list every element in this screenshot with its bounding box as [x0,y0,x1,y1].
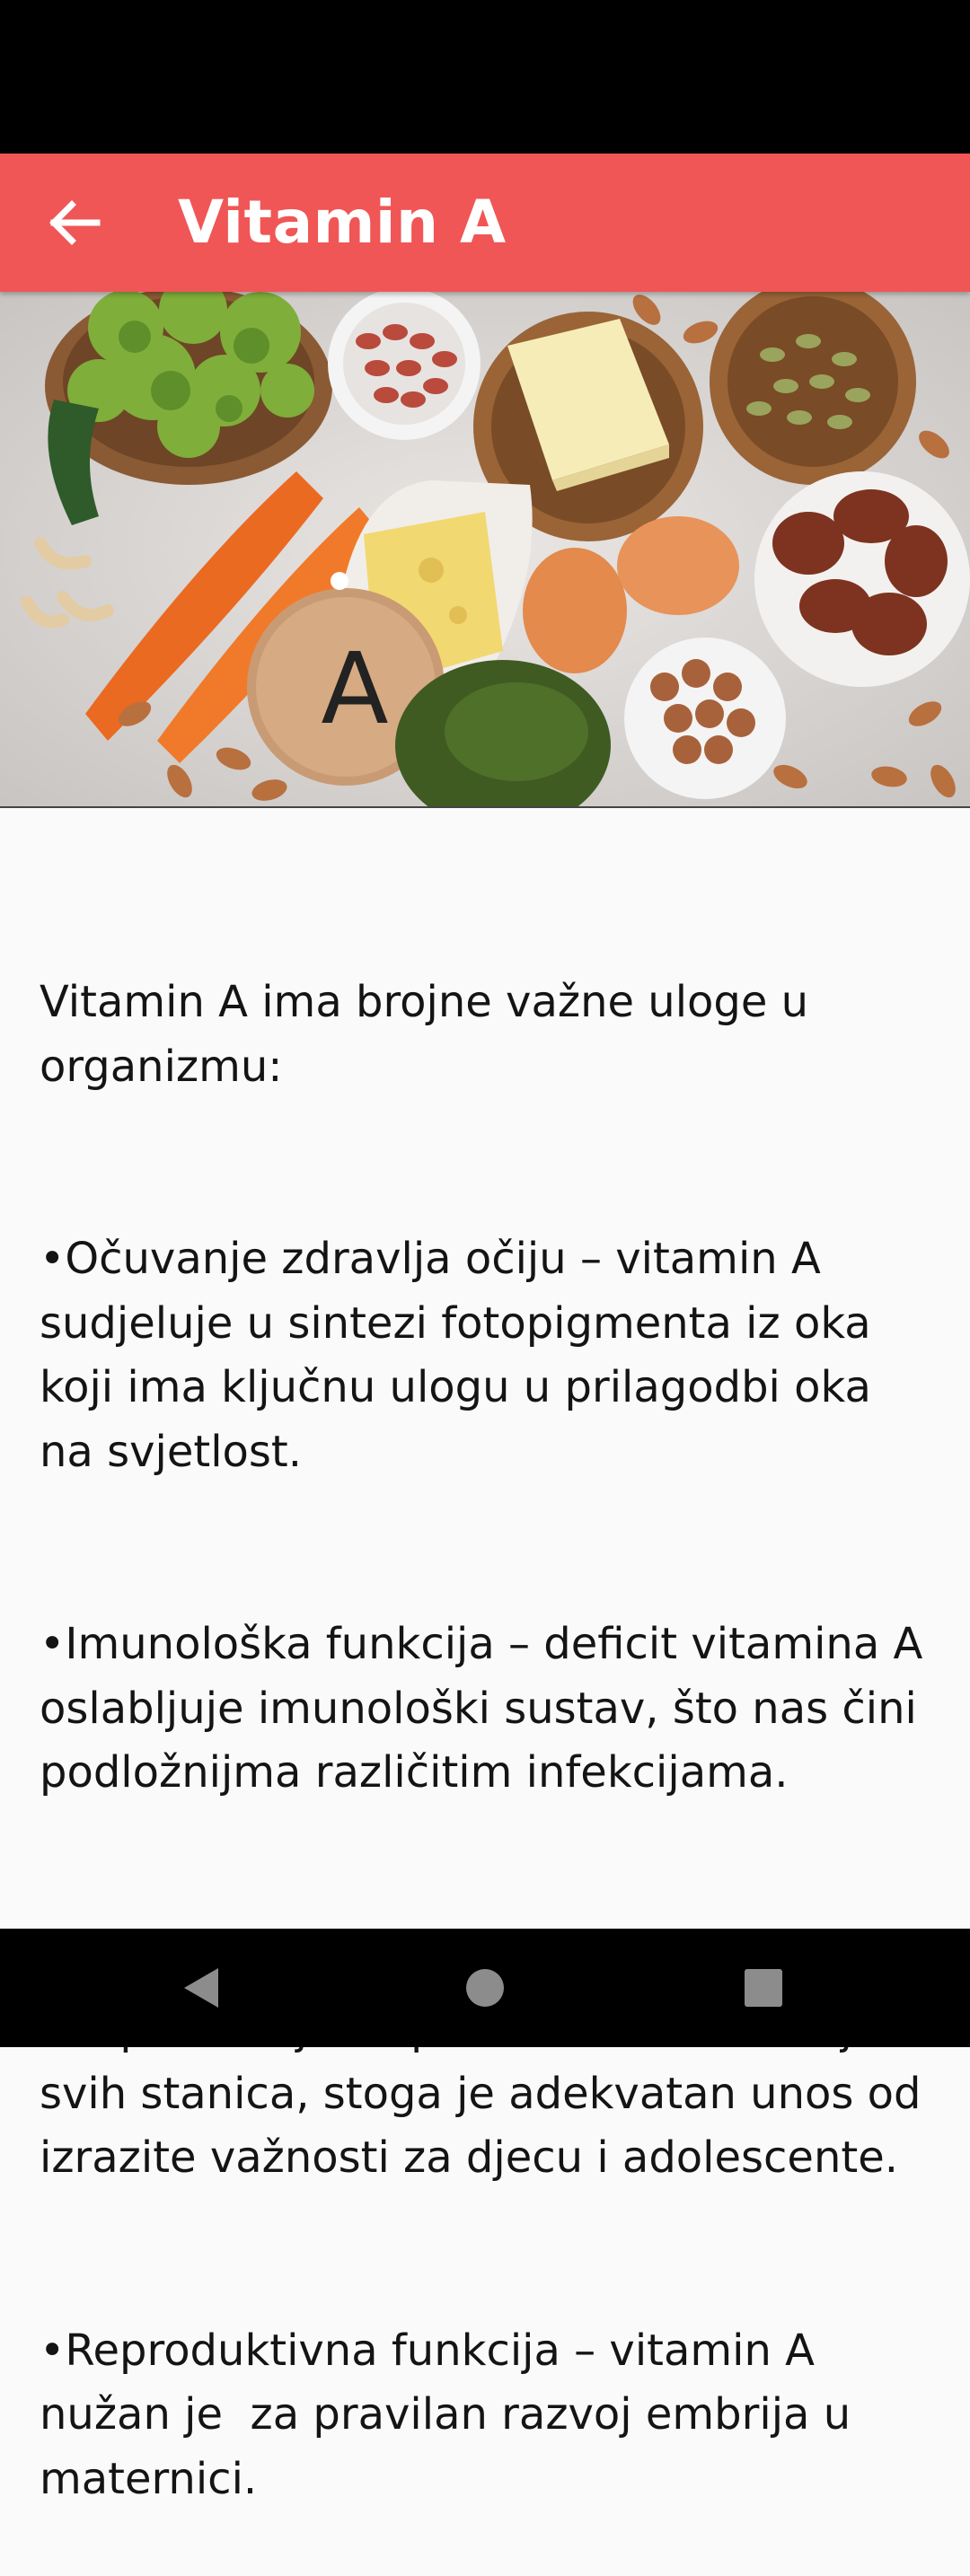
list-item: •Reproduktivna funkcija – vitamin A nuža… [40,2325,865,2504]
status-bar [0,0,970,154]
list-item: •Imunološka funkcija – deficit vitamina … [40,1619,937,1798]
page-title: Vitamin A [178,188,507,257]
back-button[interactable] [32,180,117,265]
nav-back-button[interactable] [166,1952,238,2024]
recents-square-icon [745,1969,782,2007]
list-item: •Očuvanje zdravlja očiju – vitamin A sud… [40,1234,886,1477]
nav-home-button[interactable] [449,1952,521,2024]
intro-text: Vitamin A ima brojne važne uloge u organ… [40,977,823,1092]
back-triangle-icon [184,1968,218,2008]
app-bar: Vitamin A [0,154,970,292]
arrow-back-icon [49,200,101,245]
tag-letter: A [321,631,388,746]
navigation-bar [0,1929,970,2047]
hero-image: A [0,292,970,806]
home-circle-icon [466,1969,504,2007]
nav-recents-button[interactable] [728,1952,799,2024]
article-body: Vitamin A ima brojne važne uloge u organ… [40,842,938,2576]
image-divider [0,806,970,808]
